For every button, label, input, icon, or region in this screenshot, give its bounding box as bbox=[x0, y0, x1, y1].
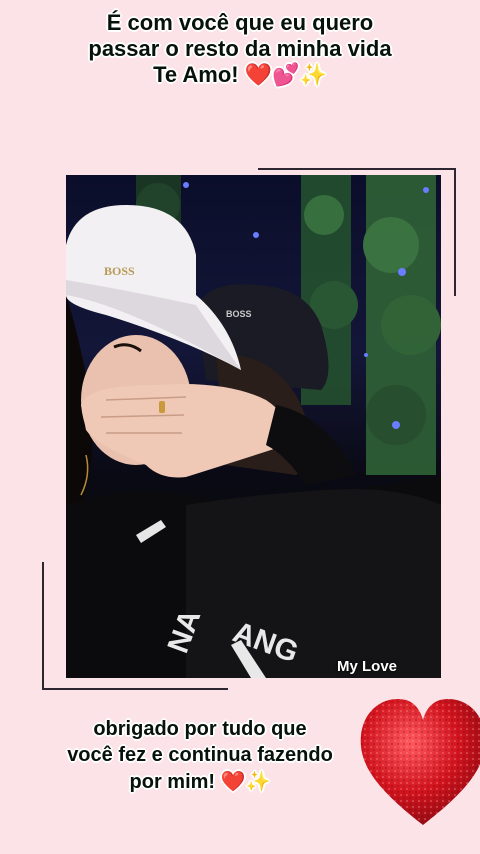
frame-corner-bottom bbox=[42, 688, 228, 690]
my-love-label: My Love bbox=[336, 658, 397, 675]
heart-sparkle-emoji: ❤️💕✨ bbox=[244, 63, 327, 88]
top-caption-line-3: Te Amo! ❤️💕✨ bbox=[0, 62, 480, 89]
bottom-caption-line-2: você fez e continua fazendo bbox=[67, 744, 333, 766]
couple-photo: BOSS BOSS NA ANG My Love bbox=[66, 175, 441, 678]
frame-corner-top bbox=[258, 168, 456, 170]
frame-corner-left bbox=[42, 562, 44, 690]
bottom-caption-line-1: obrigado por tudo que bbox=[93, 718, 307, 740]
bottom-caption-line-3: por mim! ❤️✨ bbox=[0, 768, 400, 795]
bottom-caption: obrigado por tudo que você fez e continu… bbox=[0, 716, 400, 795]
bottom-caption-thanks-text: por mim! bbox=[129, 771, 216, 793]
top-caption-line-2: passar o resto da minha vida bbox=[88, 36, 392, 61]
white-cap-logo: BOSS bbox=[104, 264, 135, 278]
glitter-heart-icon bbox=[360, 698, 480, 825]
heart-sparkle-emoji: ❤️✨ bbox=[220, 769, 271, 793]
frame-corner-right bbox=[454, 168, 456, 296]
top-caption-line-1: É com você que eu quero bbox=[106, 10, 374, 35]
black-cap-logo: BOSS bbox=[226, 309, 252, 319]
top-caption-love-text: Te Amo! bbox=[153, 62, 239, 87]
top-caption: É com você que eu quero passar o resto d… bbox=[0, 10, 480, 89]
photo-illustration: BOSS BOSS NA ANG bbox=[66, 175, 441, 678]
